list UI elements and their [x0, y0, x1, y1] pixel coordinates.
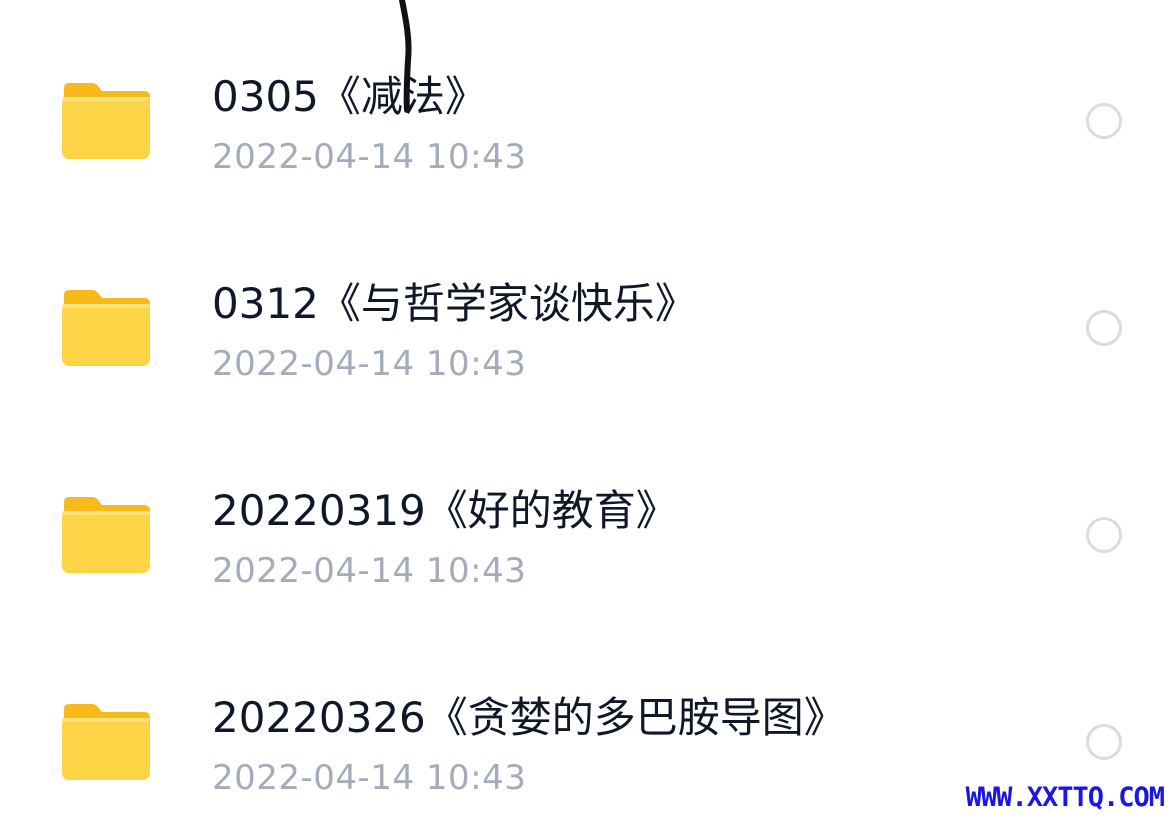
folder-name: 20220326《贪婪的多巴胺导图》: [212, 693, 846, 742]
select-radio[interactable]: [1086, 103, 1122, 139]
file-list: 0305《减法》 2022-04-14 10:43 0312《与哲学家谈快乐》 …: [0, 0, 1170, 819]
file-row[interactable]: 20220319《好的教育》 2022-04-14 10:43: [0, 414, 1170, 614]
modified-date: 2022-04-14 10:43: [212, 758, 527, 798]
watermark-text: WWW.XXTTQ.COM: [965, 782, 1165, 813]
folder-icon: [60, 703, 152, 781]
folder-icon: [60, 496, 152, 574]
modified-date: 2022-04-14 10:43: [212, 344, 527, 384]
folder-name: 0312《与哲学家谈快乐》: [212, 279, 697, 328]
select-radio[interactable]: [1086, 310, 1122, 346]
select-radio[interactable]: [1086, 517, 1122, 553]
select-radio[interactable]: [1086, 724, 1122, 760]
file-browser-page: 0305《减法》 2022-04-14 10:43 0312《与哲学家谈快乐》 …: [0, 0, 1170, 819]
folder-icon: [60, 289, 152, 367]
file-row[interactable]: 0312《与哲学家谈快乐》 2022-04-14 10:43: [0, 207, 1170, 407]
modified-date: 2022-04-14 10:43: [212, 551, 527, 591]
folder-name: 0305《减法》: [212, 72, 487, 121]
folder-icon: [60, 82, 152, 160]
file-row[interactable]: 0305《减法》 2022-04-14 10:43: [0, 0, 1170, 200]
modified-date: 2022-04-14 10:43: [212, 137, 527, 177]
folder-name: 20220319《好的教育》: [212, 486, 678, 535]
